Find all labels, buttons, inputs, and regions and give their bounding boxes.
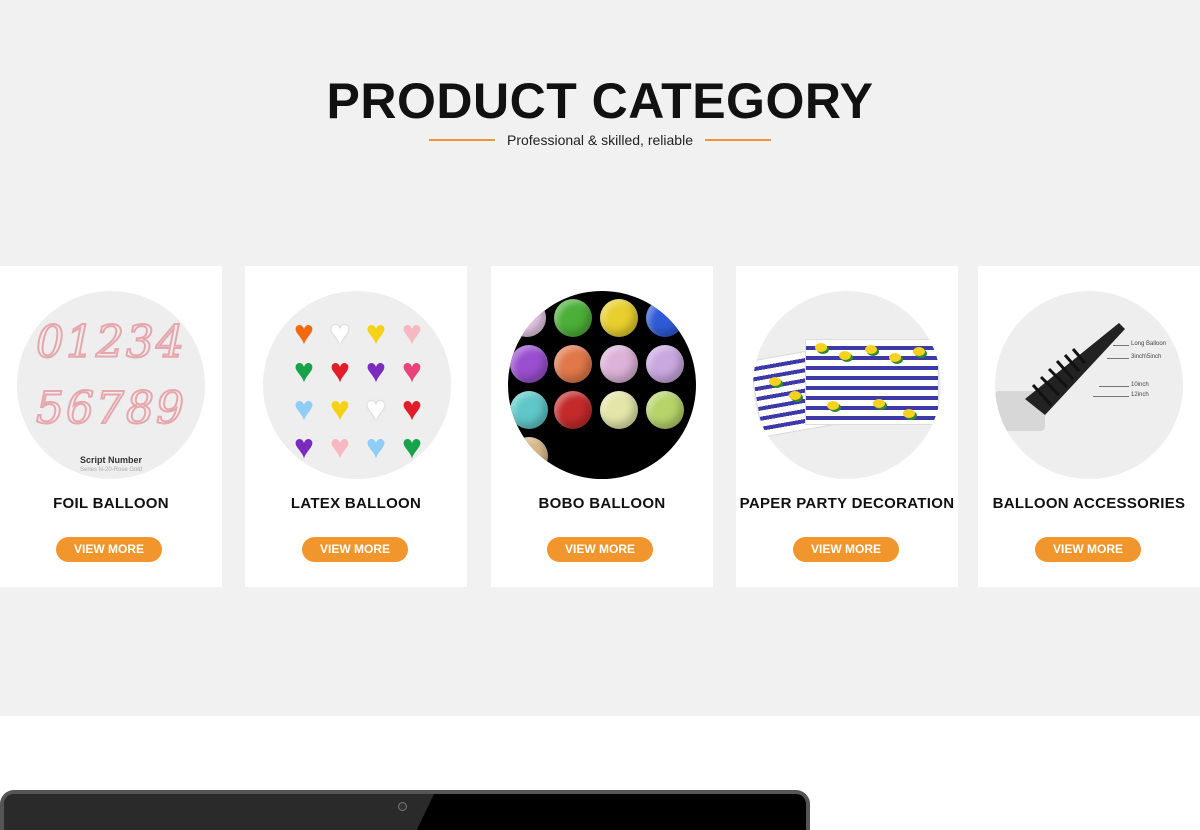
pump-label-12-inch: 12inch: [1131, 392, 1149, 398]
bobo-ball-icon: [646, 299, 684, 337]
bobo-ball-icon: [510, 345, 548, 383]
lemon-icon: [913, 347, 925, 356]
bobo-ball-icon: [554, 299, 592, 337]
heart-balloon-icon: ♥: [365, 428, 387, 466]
heart-balloon-icon: ♥: [401, 352, 423, 390]
heart-balloon-icon: ♥: [365, 352, 387, 390]
lemon-icon: [889, 353, 901, 362]
product-category-section: PRODUCT CATEGORY Professional & skilled,…: [0, 0, 1200, 716]
view-more-button[interactable]: VIEW MORE: [547, 537, 653, 562]
foil-image-subcaption: Series N-20-Rose Gold: [79, 467, 143, 473]
balloon-accessories-image[interactable]: Long Balloon 3inch\5inch 10inch 12inch: [995, 291, 1183, 479]
bobo-ball-icon: [600, 345, 638, 383]
view-more-button[interactable]: VIEW MORE: [302, 537, 408, 562]
heart-balloons-grid: ♥ ♥ ♥ ♥ ♥ ♥ ♥ ♥ ♥ ♥ ♥ ♥ ♥ ♥ ♥ ♥: [287, 314, 427, 465]
pump-nozzle-icon: [1025, 323, 1125, 415]
pump-label-3-5-inch: 3inch\5inch: [1131, 354, 1162, 360]
heart-balloon-icon: ♥: [293, 428, 315, 466]
view-more-button[interactable]: VIEW MORE: [1035, 537, 1141, 562]
category-name[interactable]: BALLOON ACCESSORIES: [978, 495, 1200, 512]
camera-icon: [398, 802, 407, 811]
category-name[interactable]: FOIL BALLOON: [0, 495, 222, 512]
heart-balloon-icon: ♥: [365, 390, 387, 428]
section-subtitle: Professional & skilled, reliable: [507, 132, 693, 148]
category-card-paper-party-decoration[interactable]: PAPER PARTY DECORATION VIEW MORE: [736, 266, 958, 587]
heart-balloon-icon: ♥: [329, 428, 351, 466]
category-card-foil-balloon[interactable]: 01234 56789 Script Number Series N-20-Ro…: [0, 266, 222, 587]
heart-balloon-icon: ♥: [329, 352, 351, 390]
subtitle-divider-left: [429, 139, 495, 141]
lemon-icon: [827, 401, 839, 410]
pump-label-10-inch: 10inch: [1131, 382, 1149, 388]
laptop-image: [0, 790, 810, 830]
category-name[interactable]: BOBO BALLOON: [491, 495, 713, 512]
category-name[interactable]: LATEX BALLOON: [245, 495, 467, 512]
view-more-button[interactable]: VIEW MORE: [56, 537, 162, 562]
foil-digits-row-1: 01234: [35, 316, 186, 369]
foil-image-caption: Script Number: [79, 455, 142, 465]
heart-balloon-icon: ♥: [401, 314, 423, 352]
bobo-ball-icon: [600, 391, 638, 429]
lemon-icon: [865, 345, 877, 354]
bobo-ball-icon: [600, 299, 638, 337]
heart-balloon-icon: ♥: [293, 390, 315, 428]
heart-balloon-icon: ♥: [293, 352, 315, 390]
category-card-latex-balloon[interactable]: ♥ ♥ ♥ ♥ ♥ ♥ ♥ ♥ ♥ ♥ ♥ ♥ ♥ ♥ ♥ ♥ LATEX BA…: [245, 266, 467, 587]
foil-balloon-image[interactable]: 01234 56789 Script Number Series N-20-Ro…: [17, 291, 205, 479]
lemon-icon: [815, 343, 827, 352]
view-more-button[interactable]: VIEW MORE: [793, 537, 899, 562]
foil-digits-row-2: 56789: [35, 382, 186, 435]
paper-party-decoration-image[interactable]: [753, 291, 941, 479]
bobo-ball-icon: [510, 437, 548, 475]
latex-balloon-image[interactable]: ♥ ♥ ♥ ♥ ♥ ♥ ♥ ♥ ♥ ♥ ♥ ♥ ♥ ♥ ♥ ♥: [263, 291, 451, 479]
category-card-balloon-accessories[interactable]: Long Balloon 3inch\5inch 10inch 12inch B…: [978, 266, 1200, 587]
heart-balloon-icon: ♥: [401, 428, 423, 466]
heart-balloon-icon: ♥: [329, 390, 351, 428]
subtitle-row: Professional & skilled, reliable: [0, 132, 1200, 148]
lemon-icon: [839, 351, 851, 360]
bobo-ball-icon: [508, 299, 546, 337]
category-card-bobo-balloon[interactable]: BOBO BALLOON VIEW MORE: [491, 266, 713, 587]
heart-balloon-icon: ♥: [329, 314, 351, 352]
pump-label-long-balloon: Long Balloon: [1131, 341, 1167, 347]
lemon-icon: [769, 377, 781, 386]
section-title: PRODUCT CATEGORY: [326, 73, 874, 129]
heart-balloon-icon: ♥: [293, 314, 315, 352]
bobo-ball-icon: [510, 391, 548, 429]
heart-balloon-icon: ♥: [365, 314, 387, 352]
bobo-ball-icon: [554, 345, 592, 383]
heart-balloon-icon: ♥: [401, 390, 423, 428]
bobo-ball-icon: [554, 391, 592, 429]
bobo-balloon-image[interactable]: [508, 291, 696, 479]
lemon-icon: [789, 391, 801, 400]
lemon-icon: [903, 409, 915, 418]
bobo-ball-icon: [646, 391, 684, 429]
bobo-ball-icon: [646, 345, 684, 383]
lemon-icon: [873, 399, 885, 408]
subtitle-divider-right: [704, 139, 771, 141]
category-name[interactable]: PAPER PARTY DECORATION: [736, 495, 958, 512]
